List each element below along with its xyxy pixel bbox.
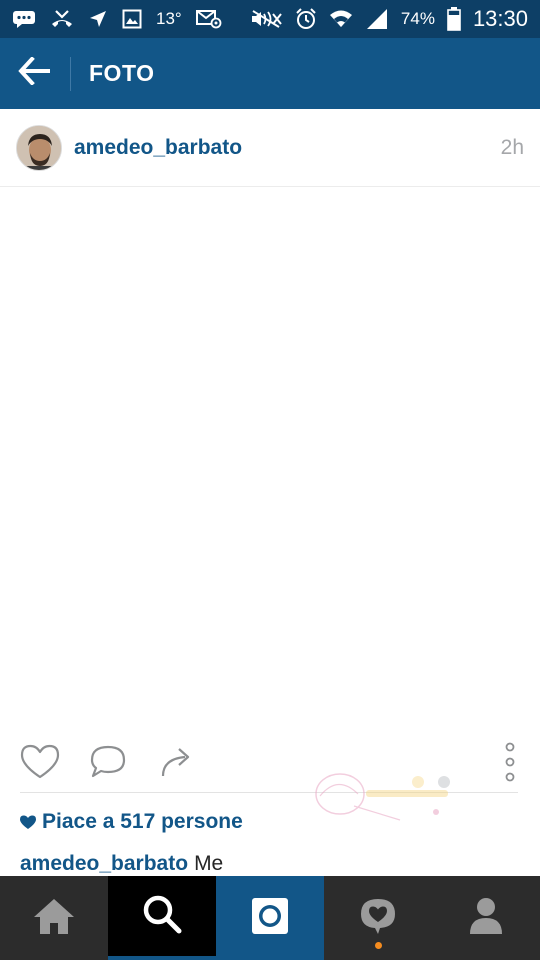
nav-home[interactable] bbox=[0, 876, 108, 960]
image-icon bbox=[122, 9, 142, 29]
mute-icon bbox=[249, 9, 283, 29]
search-icon bbox=[142, 894, 182, 939]
more-options-button[interactable] bbox=[498, 742, 522, 786]
app-bar-divider bbox=[70, 56, 71, 91]
status-left: 13° bbox=[12, 9, 222, 29]
camera-icon bbox=[250, 896, 290, 941]
missed-call-icon bbox=[50, 9, 74, 29]
back-button[interactable] bbox=[0, 38, 70, 109]
post-photo[interactable] bbox=[0, 188, 540, 736]
caption-username[interactable]: amedeo_barbato bbox=[20, 852, 188, 876]
like-button[interactable] bbox=[18, 742, 62, 786]
post-actions bbox=[0, 736, 540, 792]
status-right: 74% 13:30 bbox=[249, 6, 528, 32]
back-arrow-icon bbox=[18, 56, 52, 90]
watermark-logo bbox=[308, 768, 458, 824]
navigation-icon bbox=[88, 9, 108, 29]
likes-count[interactable]: Piace a 517 persone bbox=[20, 808, 243, 836]
heart-filled-icon bbox=[20, 815, 36, 830]
chat-icon bbox=[12, 9, 36, 29]
post-timestamp: 2h bbox=[500, 135, 524, 159]
temperature-text: 13° bbox=[156, 9, 182, 28]
notification-dot bbox=[375, 942, 382, 949]
bottom-nav bbox=[0, 876, 540, 960]
comment-icon bbox=[88, 744, 128, 785]
post-caption: amedeo_barbato Me bbox=[20, 850, 223, 878]
avatar[interactable] bbox=[16, 124, 62, 171]
share-button[interactable] bbox=[154, 742, 198, 786]
profile-icon bbox=[468, 896, 504, 941]
heart-outline-icon bbox=[19, 743, 61, 786]
battery-percent: 74% bbox=[400, 9, 435, 28]
nav-search[interactable] bbox=[108, 876, 216, 960]
alarm-icon bbox=[295, 8, 317, 30]
email-icon bbox=[195, 9, 222, 29]
caption-text: Me bbox=[194, 852, 224, 875]
activity-icon bbox=[358, 896, 398, 941]
comment-button[interactable] bbox=[86, 742, 130, 786]
page-title: FOTO bbox=[89, 60, 155, 86]
post-username[interactable]: amedeo_barbato bbox=[74, 136, 242, 160]
signal-icon bbox=[365, 8, 389, 30]
status-bar: 13° 74% 13:30 bbox=[0, 0, 540, 38]
app-bar: FOTO bbox=[0, 38, 540, 109]
home-icon bbox=[32, 896, 76, 941]
nav-profile[interactable] bbox=[432, 876, 540, 960]
more-vertical-icon bbox=[504, 742, 516, 787]
wifi-icon bbox=[329, 9, 353, 29]
post-header: amedeo_barbato 2h bbox=[0, 109, 540, 187]
battery-icon bbox=[447, 7, 461, 31]
nav-activity[interactable] bbox=[324, 876, 432, 960]
likes-text: Piace a 517 persone bbox=[42, 810, 243, 833]
share-arrow-icon bbox=[159, 745, 193, 784]
nav-camera[interactable] bbox=[216, 876, 324, 960]
clock-text: 13:30 bbox=[472, 6, 528, 31]
